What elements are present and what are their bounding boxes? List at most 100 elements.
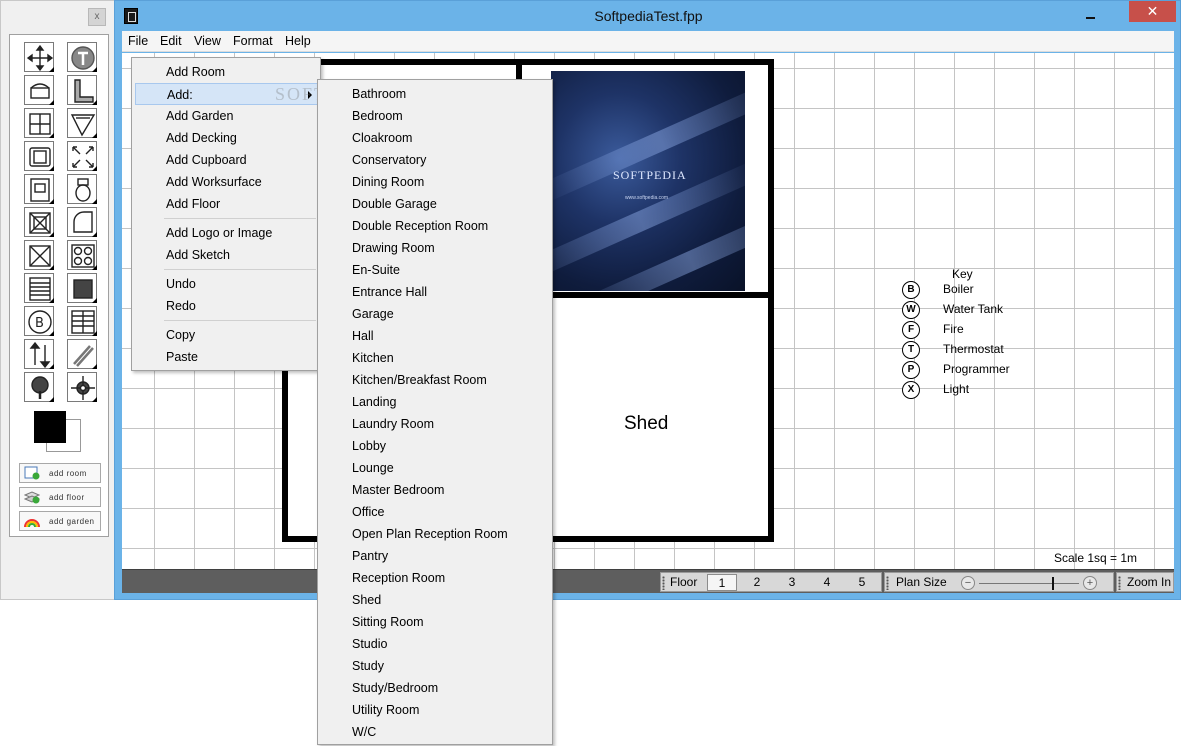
menu-item-add-room[interactable]: Add Room (135, 61, 319, 83)
tool-button[interactable] (67, 42, 97, 72)
menu-file[interactable]: File (128, 34, 148, 48)
tool-button[interactable] (67, 372, 97, 402)
submenu-item-master-bedroom[interactable]: Master Bedroom (321, 479, 550, 501)
submenu-item-label: Office (352, 505, 385, 519)
zoom-in-label[interactable]: Zoom In (1127, 575, 1171, 589)
submenu-item-studio[interactable]: Studio (321, 633, 550, 655)
menu-edit[interactable]: Edit (160, 34, 182, 48)
menu-item-add-decking[interactable]: Add Decking (135, 127, 319, 149)
submenu-item-dining-room[interactable]: Dining Room (321, 171, 550, 193)
menu-item-add-garden[interactable]: Add Garden (135, 105, 319, 127)
tool-panel: B (9, 34, 109, 537)
submenu-item-label: Garage (352, 307, 394, 321)
floor-tab-4[interactable]: 4 (812, 574, 842, 591)
floor-tab-3[interactable]: 3 (777, 574, 807, 591)
submenu-item-label: Cloakroom (352, 131, 413, 145)
tool-button[interactable] (24, 75, 54, 105)
menu-item-add-sketch[interactable]: Add Sketch (135, 244, 319, 266)
submenu-item-entrance-hall[interactable]: Entrance Hall (321, 281, 550, 303)
submenu-item-label: Entrance Hall (352, 285, 428, 299)
menu-item-label: Add Cupboard (166, 153, 247, 167)
menu-format[interactable]: Format (233, 34, 273, 48)
submenu-item-double-garage[interactable]: Double Garage (321, 193, 550, 215)
menu-item-add-worksurface[interactable]: Add Worksurface (135, 171, 319, 193)
menu-item-undo[interactable]: Undo (135, 273, 319, 295)
floor-tab-5[interactable]: 5 (847, 574, 877, 591)
submenu-item-study-bedroom[interactable]: Study/Bedroom (321, 677, 550, 699)
add-garden-shortcut[interactable]: add garden (19, 511, 101, 531)
submenu-item-bedroom[interactable]: Bedroom (321, 105, 550, 127)
plan-size-slider[interactable]: − + (961, 575, 1097, 591)
menu-item-add-cupboard[interactable]: Add Cupboard (135, 149, 319, 171)
submenu-item-label: Open Plan Reception Room (352, 527, 508, 541)
submenu-item-garage[interactable]: Garage (321, 303, 550, 325)
submenu-item-en-suite[interactable]: En-Suite (321, 259, 550, 281)
tool-button[interactable] (24, 207, 54, 237)
tool-button[interactable] (24, 42, 54, 72)
tool-button[interactable] (67, 108, 97, 138)
toolbox-close-button[interactable]: x (88, 8, 106, 26)
minimize-button[interactable] (1083, 3, 1103, 25)
zoom-out-icon[interactable]: − (961, 576, 975, 590)
submenu-item-laundry-room[interactable]: Laundry Room (321, 413, 550, 435)
tool-button[interactable] (67, 339, 97, 369)
tool-button[interactable] (67, 141, 97, 171)
submenu-item-double-reception-room[interactable]: Double Reception Room (321, 215, 550, 237)
submenu-item-open-plan-reception-room[interactable]: Open Plan Reception Room (321, 523, 550, 545)
submenu-item-kitchen-breakfast-room[interactable]: Kitchen/Breakfast Room (321, 369, 550, 391)
tool-button[interactable] (67, 306, 97, 336)
close-button[interactable]: ✕ (1129, 1, 1176, 22)
tool-button[interactable] (67, 240, 97, 270)
submenu-item-w-c[interactable]: W/C (321, 721, 550, 743)
menu-item-copy[interactable]: Copy (135, 324, 319, 346)
logo-image[interactable]: SOFTPEDIA www.softpedia.com (551, 71, 745, 291)
slider-thumb[interactable] (1052, 577, 1054, 590)
submenu-item-study[interactable]: Study (321, 655, 550, 677)
tool-button[interactable] (24, 174, 54, 204)
submenu-item-shed[interactable]: Shed (321, 589, 550, 611)
grip-handle[interactable] (1118, 576, 1121, 590)
submenu-item-lobby[interactable]: Lobby (321, 435, 550, 457)
menu-help[interactable]: Help (285, 34, 311, 48)
add-room-shortcut[interactable]: add room (19, 463, 101, 483)
submenu-item-sitting-room[interactable]: Sitting Room (321, 611, 550, 633)
submenu-item-reception-room[interactable]: Reception Room (321, 567, 550, 589)
tool-button[interactable] (67, 75, 97, 105)
tool-button[interactable] (67, 174, 97, 204)
submenu-item-lounge[interactable]: Lounge (321, 457, 550, 479)
tool-button[interactable]: B (24, 306, 54, 336)
tool-button[interactable] (24, 273, 54, 303)
submenu-item-hall[interactable]: Hall (321, 325, 550, 347)
submenu-item-cloakroom[interactable]: Cloakroom (321, 127, 550, 149)
submenu-item-office[interactable]: Office (321, 501, 550, 523)
add-floor-shortcut[interactable]: add floor (19, 487, 101, 507)
floor-tab-1[interactable]: 1 (707, 574, 737, 591)
menu-item-redo[interactable]: Redo (135, 295, 319, 317)
submenu-item-kitchen[interactable]: Kitchen (321, 347, 550, 369)
grip-handle[interactable] (662, 576, 665, 590)
foreground-color-swatch[interactable] (34, 411, 66, 443)
add-room-icon (24, 466, 40, 480)
tool-button[interactable] (24, 240, 54, 270)
menu-item-add-floor[interactable]: Add Floor (135, 193, 319, 215)
rainbow-garden-icon (24, 514, 40, 528)
submenu-item-drawing-room[interactable]: Drawing Room (321, 237, 550, 259)
submenu-item-bathroom[interactable]: Bathroom (321, 83, 550, 105)
tool-button[interactable] (24, 141, 54, 171)
submenu-item-pantry[interactable]: Pantry (321, 545, 550, 567)
menu-item-add-logo-or-image[interactable]: Add Logo or Image (135, 222, 319, 244)
submenu-item-label: Master Bedroom (352, 483, 445, 497)
zoom-in-icon[interactable]: + (1083, 576, 1097, 590)
submenu-item-utility-room[interactable]: Utility Room (321, 699, 550, 721)
menu-item-paste[interactable]: Paste (135, 346, 319, 368)
tool-button[interactable] (67, 207, 97, 237)
tool-button[interactable] (24, 339, 54, 369)
tool-button[interactable] (24, 372, 54, 402)
submenu-item-conservatory[interactable]: Conservatory (321, 149, 550, 171)
grip-handle[interactable] (886, 576, 889, 590)
submenu-item-landing[interactable]: Landing (321, 391, 550, 413)
floor-tab-2[interactable]: 2 (742, 574, 772, 591)
tool-button[interactable] (67, 273, 97, 303)
tool-button[interactable] (24, 108, 54, 138)
menu-view[interactable]: View (194, 34, 221, 48)
